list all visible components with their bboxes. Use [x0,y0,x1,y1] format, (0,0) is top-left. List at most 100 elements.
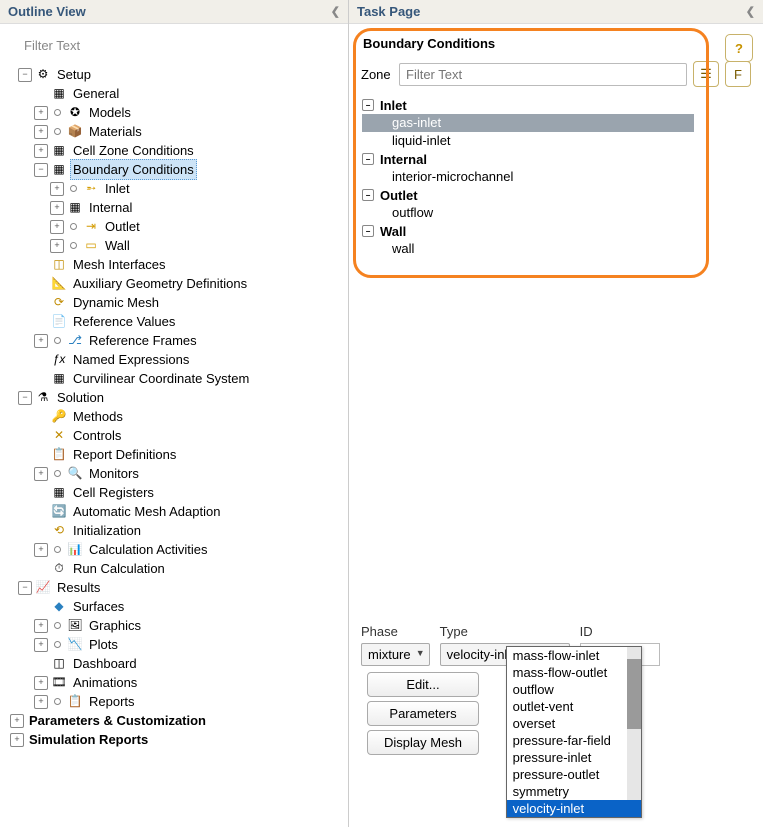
collapse-icon[interactable]: − [18,391,32,405]
dot-icon [50,106,64,120]
node-simrep[interactable]: +Simulation Reports [6,730,348,749]
zone-interior[interactable]: interior-microchannel [362,168,694,186]
zone-tool-button-1[interactable]: ☰ [693,61,719,87]
type-dropdown[interactable]: mass-flow-inlet mass-flow-outlet outflow… [506,646,642,818]
opt-symmetry[interactable]: symmetry [507,783,641,800]
display-mesh-button[interactable]: Display Mesh [367,730,479,755]
expand-icon[interactable]: + [34,638,48,652]
outline-filter[interactable]: Filter Text [18,34,340,57]
zone-wall-header[interactable]: −Wall [362,222,694,240]
collapse-icon[interactable]: − [18,68,32,82]
node-controls[interactable]: ✕Controls [6,426,348,445]
zone-internal-header[interactable]: −Internal [362,150,694,168]
node-reports[interactable]: +📋Reports [6,692,348,711]
expand-icon[interactable]: + [34,334,48,348]
opt-velocity-inlet[interactable]: velocity-inlet [507,800,641,817]
expand-icon[interactable]: + [50,220,64,234]
zone-label: Zone [361,67,393,82]
node-calcact[interactable]: +📊Calculation Activities [6,540,348,559]
expand-icon[interactable]: + [34,125,48,139]
zone-outlet-header[interactable]: −Outlet [362,186,694,204]
zone-outflow[interactable]: outflow [362,204,694,222]
opt-outlet-vent[interactable]: outlet-vent [507,698,641,715]
expand-icon[interactable]: + [50,239,64,253]
node-inlet[interactable]: +➵Inlet [6,179,348,198]
node-anim[interactable]: +🎞Animations [6,673,348,692]
init-icon: ⟲ [51,523,67,539]
node-wall[interactable]: +▭Wall [6,236,348,255]
opt-mass-flow-inlet[interactable]: mass-flow-inlet [507,647,641,664]
edit-button[interactable]: Edit... [367,672,479,697]
expand-icon[interactable]: + [50,201,64,215]
node-params[interactable]: +Parameters & Customization [6,711,348,730]
node-runcalc[interactable]: ⏱Run Calculation [6,559,348,578]
outline-title: Outline View [8,4,86,19]
node-dashboard[interactable]: ◫Dashboard [6,654,348,673]
dot-icon [50,619,64,633]
node-internal[interactable]: +▦Internal [6,198,348,217]
node-solution[interactable]: −⚗Solution [6,388,348,407]
node-refframes[interactable]: +⎇Reference Frames [6,331,348,350]
zone-inlet-header[interactable]: −Inlet [362,96,694,114]
node-outlet[interactable]: +⇥Outlet [6,217,348,236]
node-general[interactable]: ▦General [6,84,348,103]
node-amr[interactable]: 🔄Automatic Mesh Adaption [6,502,348,521]
collapse-icon[interactable]: − [362,99,374,111]
node-meshif[interactable]: ◫Mesh Interfaces [6,255,348,274]
expand-icon[interactable]: + [10,714,24,728]
collapse-left-icon[interactable]: ❮ [331,5,340,18]
node-models[interactable]: +✪Models [6,103,348,122]
collapse-icon[interactable]: − [362,153,374,165]
zone-wall[interactable]: wall [362,240,694,258]
node-monitors[interactable]: +🔍Monitors [6,464,348,483]
node-methods[interactable]: 🔑Methods [6,407,348,426]
collapse-icon[interactable]: − [34,163,48,177]
expand-icon[interactable]: + [34,144,48,158]
node-dynmesh[interactable]: ⟳Dynamic Mesh [6,293,348,312]
collapse-icon[interactable]: − [362,189,374,201]
collapse-icon[interactable]: − [362,225,374,237]
node-cellreg[interactable]: ▦Cell Registers [6,483,348,502]
parameters-button[interactable]: Parameters [367,701,479,726]
expand-icon[interactable]: + [10,733,24,747]
phase-select[interactable]: mixture [361,643,430,666]
expand-icon[interactable]: + [34,467,48,481]
node-materials[interactable]: +📦Materials [6,122,348,141]
dot-icon [50,695,64,709]
collapse-icon[interactable]: − [18,581,32,595]
node-graphics[interactable]: +🖼Graphics [6,616,348,635]
node-surfaces[interactable]: ◆Surfaces [6,597,348,616]
node-plots[interactable]: +📉Plots [6,635,348,654]
opt-pressure-inlet[interactable]: pressure-inlet [507,749,641,766]
node-cellzone[interactable]: +▦Cell Zone Conditions [6,141,348,160]
zone-filter-input[interactable] [399,63,687,86]
task-title: Task Page [357,4,420,19]
expand-icon[interactable]: + [34,619,48,633]
expand-icon[interactable]: + [34,676,48,690]
outlet-icon: ⇥ [83,219,99,235]
opt-outflow[interactable]: outflow [507,681,641,698]
node-setup[interactable]: −⚙Setup [6,65,348,84]
node-auxgeo[interactable]: 📐Auxiliary Geometry Definitions [6,274,348,293]
anim-icon: 🎞 [51,675,67,691]
zone-tool-button-2[interactable]: F [725,61,751,87]
expand-icon[interactable]: + [34,695,48,709]
node-init[interactable]: ⟲Initialization [6,521,348,540]
node-boundary[interactable]: −▦Boundary Conditions [6,160,348,179]
zone-gas-inlet[interactable]: gas-inlet [362,114,694,132]
expand-icon[interactable]: + [34,543,48,557]
expand-icon[interactable]: + [34,106,48,120]
node-refvals[interactable]: 📄Reference Values [6,312,348,331]
zone-liquid-inlet[interactable]: liquid-inlet [362,132,694,150]
node-results[interactable]: −📈Results [6,578,348,597]
dot-icon [50,467,64,481]
opt-overset[interactable]: overset [507,715,641,732]
node-reportdef[interactable]: 📋Report Definitions [6,445,348,464]
opt-mass-flow-outlet[interactable]: mass-flow-outlet [507,664,641,681]
opt-pressure-far-field[interactable]: pressure-far-field [507,732,641,749]
opt-pressure-outlet[interactable]: pressure-outlet [507,766,641,783]
expand-icon[interactable]: + [50,182,64,196]
collapse-right-icon[interactable]: ❮ [746,5,755,18]
node-namedexpr[interactable]: ƒxNamed Expressions [6,350,348,369]
node-curvi[interactable]: ▦Curvilinear Coordinate System [6,369,348,388]
